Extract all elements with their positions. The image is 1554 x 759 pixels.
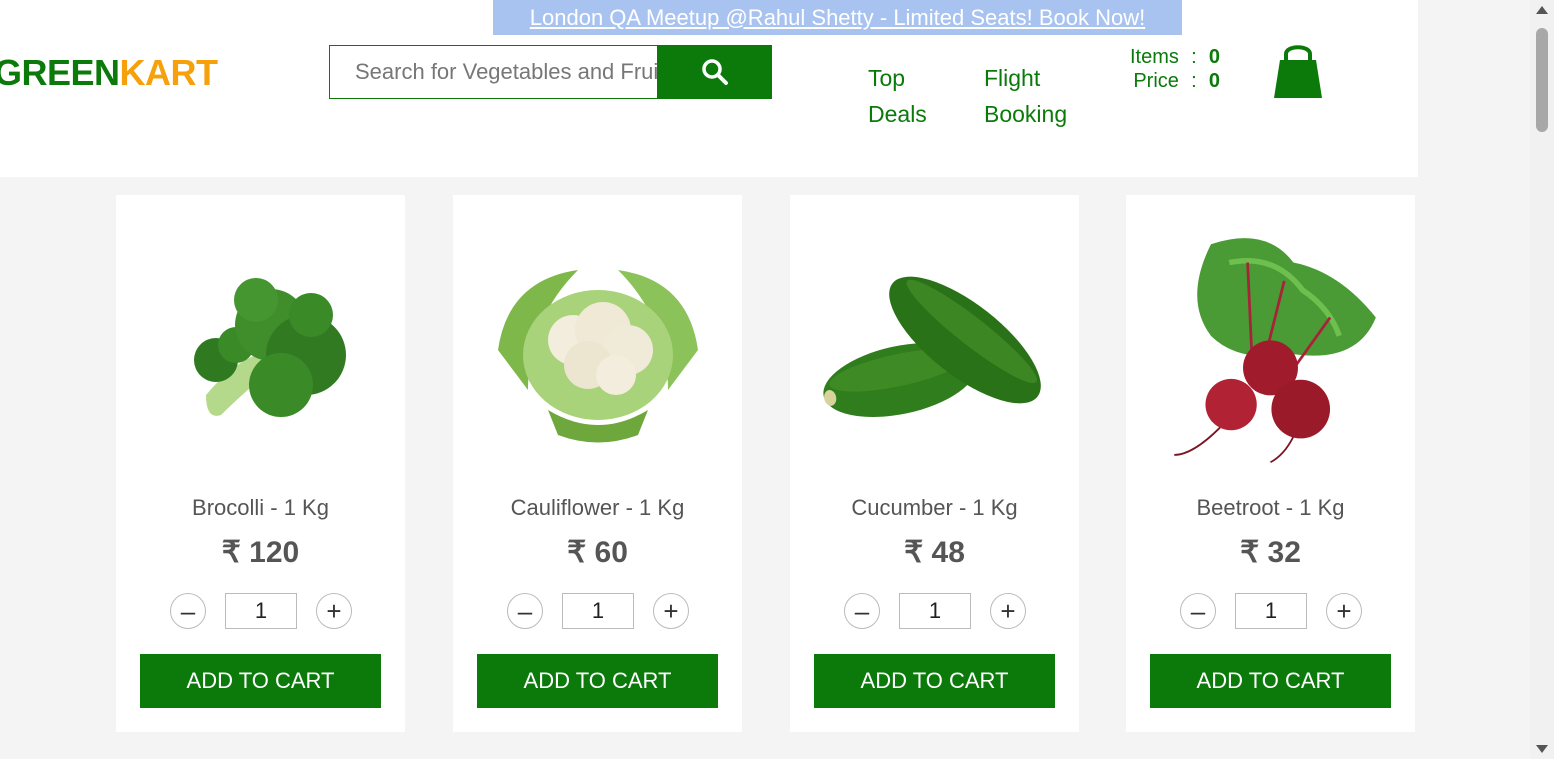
product-name: Brocolli - 1 Kg <box>192 495 329 520</box>
nav-flight-booking[interactable]: Flight Booking <box>984 60 1067 132</box>
product-name: Cauliflower - 1 Kg <box>510 495 685 520</box>
cart-price-label: Price <box>1133 70 1179 92</box>
add-to-cart-button[interactable]: ADD TO CART <box>477 654 718 708</box>
decrement-button[interactable]: – <box>1180 593 1216 629</box>
scroll-down-arrow-icon[interactable] <box>1536 745 1548 753</box>
quantity-input[interactable] <box>1235 593 1307 629</box>
scrollbar-thumb[interactable] <box>1536 28 1548 132</box>
product-name: Cucumber - 1 Kg <box>851 495 1018 520</box>
search-button[interactable] <box>657 45 772 99</box>
nav-top-deals[interactable]: Top Deals <box>868 60 927 132</box>
cart-price-row: Price : 0 <box>1130 69 1229 93</box>
increment-button[interactable]: + <box>990 593 1026 629</box>
product-price: ₹ 48 <box>904 536 965 569</box>
product-card: Cucumber - 1 Kg ₹ 48 – + ADD TO CART <box>790 195 1079 732</box>
increment-button[interactable]: + <box>1326 593 1362 629</box>
increment-button[interactable]: + <box>653 593 689 629</box>
nav-top-deals-line2: Deals <box>868 101 927 127</box>
cauliflower-icon <box>497 270 698 443</box>
quantity-input[interactable] <box>562 593 634 629</box>
search-icon <box>701 59 728 85</box>
cart-bag-icon[interactable] <box>1272 42 1324 100</box>
cart-price-separator: : <box>1191 70 1197 92</box>
search-form <box>329 45 772 99</box>
cart-price-value: 0 <box>1208 70 1221 92</box>
cart-summary: Items : 0 Price : 0 <box>1130 45 1229 93</box>
cucumber-icon <box>823 276 1041 418</box>
add-to-cart-button[interactable]: ADD TO CART <box>814 654 1055 708</box>
quantity-stepper: – + <box>1180 593 1362 629</box>
quantity-input[interactable] <box>899 593 971 629</box>
product-name: Beetroot - 1 Kg <box>1196 495 1345 520</box>
scroll-up-arrow-icon[interactable] <box>1536 6 1548 14</box>
cart-items-count: 0 <box>1208 46 1221 68</box>
promo-banner: London QA Meetup @Rahul Shetty - Limited… <box>493 0 1182 35</box>
product-image <box>1156 215 1385 475</box>
quantity-input[interactable] <box>225 593 297 629</box>
increment-button[interactable]: + <box>316 593 352 629</box>
product-image <box>483 215 712 475</box>
product-card: Brocolli - 1 Kg ₹ 120 – + ADD TO CART <box>116 195 405 732</box>
quantity-stepper: – + <box>170 593 352 629</box>
add-to-cart-button[interactable]: ADD TO CART <box>140 654 381 708</box>
vertical-scrollbar[interactable] <box>1530 0 1554 759</box>
nav-flight-booking-line2: Booking <box>984 101 1068 127</box>
brand-logo: GREENKART <box>0 52 218 94</box>
nav-top-deals-line1: Top <box>868 65 906 91</box>
product-card: Beetroot - 1 Kg ₹ 32 – + ADD TO CART <box>1126 195 1415 732</box>
decrement-button[interactable]: – <box>170 593 206 629</box>
cart-items-separator: : <box>1191 46 1197 68</box>
quantity-stepper: – + <box>507 593 689 629</box>
product-price: ₹ 120 <box>221 536 300 569</box>
product-price: ₹ 32 <box>1240 536 1301 569</box>
product-image <box>146 215 375 475</box>
site-header: London QA Meetup @Rahul Shetty - Limited… <box>0 0 1418 177</box>
quantity-stepper: – + <box>844 593 1026 629</box>
promo-link[interactable]: London QA Meetup @Rahul Shetty - Limited… <box>530 5 1145 31</box>
cart-items-row: Items : 0 <box>1130 45 1229 69</box>
search-input[interactable] <box>329 45 657 99</box>
nav-flight-booking-line1: Flight <box>984 65 1041 91</box>
add-to-cart-button[interactable]: ADD TO CART <box>1150 654 1391 708</box>
product-image <box>820 215 1049 475</box>
brand-logo-green: GREEN <box>0 52 120 93</box>
decrement-button[interactable]: – <box>507 593 543 629</box>
broccoli-icon <box>193 278 346 417</box>
brand-logo-kart: KART <box>119 52 218 93</box>
beetroot-icon <box>1174 238 1376 464</box>
product-price: ₹ 60 <box>567 536 628 569</box>
cart-items-label: Items <box>1130 46 1179 68</box>
decrement-button[interactable]: – <box>844 593 880 629</box>
product-card: Cauliflower - 1 Kg ₹ 60 – + ADD TO CART <box>453 195 742 732</box>
